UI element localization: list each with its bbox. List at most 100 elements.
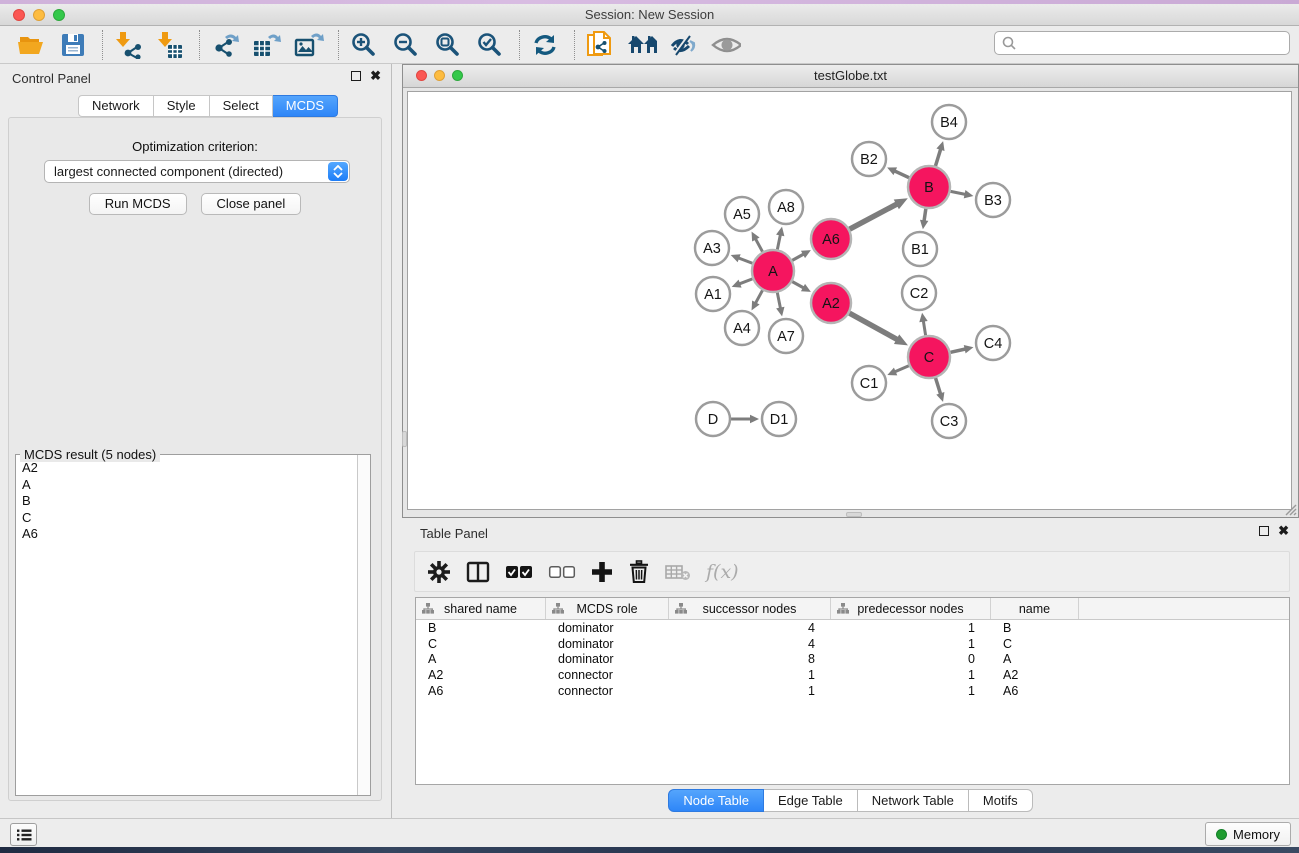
close-table-panel-icon[interactable]: ✖ [1278, 526, 1289, 536]
criterion-dropdown[interactable]: largest connected component (directed) [44, 160, 350, 183]
node-table[interactable]: shared nameMCDS rolesuccessor nodesprede… [415, 597, 1290, 785]
column-header-shared-name[interactable]: shared name [416, 598, 546, 619]
run-mcds-button[interactable]: Run MCDS [89, 193, 187, 215]
memory-button[interactable]: Memory [1205, 822, 1291, 846]
export-image-icon[interactable] [294, 30, 324, 60]
table-settings-icon[interactable] [427, 560, 451, 584]
app-titlebar[interactable]: Session: New Session [0, 4, 1299, 26]
function-builder-icon[interactable]: f(x) [706, 561, 739, 583]
search-input[interactable] [1017, 36, 1267, 51]
export-network-icon[interactable] [210, 30, 240, 60]
result-item[interactable]: A6 [22, 526, 357, 543]
deselect-all-checkboxes-icon[interactable] [548, 565, 576, 579]
graph-edge[interactable] [924, 209, 926, 223]
first-neighbors-icon[interactable] [627, 30, 657, 60]
close-panel-icon[interactable]: ✖ [370, 71, 381, 81]
result-item[interactable]: C [22, 510, 357, 527]
table-tab-node-table[interactable]: Node Table [668, 789, 764, 812]
graph-edge[interactable] [951, 191, 967, 194]
zoom-out-icon[interactable] [391, 30, 421, 60]
result-scrollbar[interactable] [357, 455, 370, 795]
delete-row-icon[interactable] [628, 560, 650, 584]
table-tab-edge-table[interactable]: Edge Table [764, 789, 858, 812]
export-table-icon[interactable] [252, 30, 282, 60]
graph-edge[interactable] [755, 238, 763, 252]
graph-edge[interactable] [849, 313, 898, 340]
graph-edge[interactable] [893, 170, 909, 177]
graph-edge[interactable] [850, 203, 899, 229]
graph-edge[interactable] [936, 378, 941, 395]
result-item[interactable]: A2 [22, 460, 357, 477]
refresh-layout-icon[interactable] [530, 30, 560, 60]
graph-node-label: A1 [704, 287, 722, 303]
table-cell: B [991, 621, 1079, 635]
float-table-panel-icon[interactable] [1259, 526, 1269, 536]
graph-edge[interactable] [777, 233, 780, 249]
tab-style[interactable]: Style [154, 95, 210, 117]
tab-mcds[interactable]: MCDS [273, 95, 338, 117]
graph-edge[interactable] [755, 290, 763, 304]
column-header-name[interactable]: name [991, 598, 1079, 619]
graph-node-label: A [768, 264, 778, 280]
column-header-MCDS-role[interactable]: MCDS role [546, 598, 669, 619]
open-session-icon[interactable] [16, 30, 46, 60]
network-minimize-button[interactable] [434, 70, 445, 81]
canvas-hscroll-stub[interactable] [846, 512, 862, 517]
search-field[interactable] [994, 31, 1290, 55]
zoom-in-icon[interactable] [349, 30, 379, 60]
network-canvas[interactable]: AA1A2A3A4A5A6A7A8BB1B2B3B4CC1C2C3C4DD1 [407, 91, 1292, 510]
criterion-value: largest connected component (directed) [54, 164, 283, 179]
import-table-icon[interactable] [155, 30, 185, 60]
table-row[interactable]: Adominator80A [416, 652, 1289, 668]
table-row[interactable]: Cdominator41C [416, 636, 1289, 652]
table-tab-network-table[interactable]: Network Table [858, 789, 969, 812]
graph-edge[interactable] [738, 279, 752, 284]
network-close-button[interactable] [416, 70, 427, 81]
network-window-titlebar[interactable]: testGlobe.txt [403, 65, 1298, 88]
task-history-button[interactable] [10, 823, 37, 846]
close-panel-button[interactable]: Close panel [201, 193, 302, 215]
new-network-from-selection-icon[interactable] [585, 30, 615, 60]
delete-table-icon[interactable] [665, 563, 691, 581]
column-header-predecessor-nodes[interactable]: predecessor nodes [831, 598, 991, 619]
graph-arrowhead [920, 220, 928, 230]
import-network-icon[interactable] [113, 30, 143, 60]
result-item[interactable]: A [22, 477, 357, 494]
show-graphics-details-icon[interactable] [711, 30, 741, 60]
table-row[interactable]: A6connector11A6 [416, 683, 1289, 699]
graph-node-label: A5 [733, 207, 751, 223]
tab-network[interactable]: Network [78, 95, 154, 117]
network-graph[interactable]: AA1A2A3A4A5A6A7A8BB1B2B3B4CC1C2C3C4DD1 [408, 92, 1293, 511]
graph-edge[interactable] [950, 349, 966, 353]
select-all-checkboxes-icon[interactable] [505, 565, 533, 579]
table-tabs: Node TableEdge TableNetwork TableMotifs [402, 789, 1299, 812]
graph-edge[interactable] [737, 258, 752, 264]
graph-edge[interactable] [792, 253, 804, 260]
add-row-icon[interactable] [591, 561, 613, 583]
mcds-result-list[interactable]: A2ABCA6 [16, 455, 357, 795]
table-tab-motifs[interactable]: Motifs [969, 789, 1033, 812]
zoom-fit-icon[interactable] [433, 30, 463, 60]
save-session-icon[interactable] [58, 30, 88, 60]
graph-edge[interactable] [935, 148, 941, 166]
table-row[interactable]: A2connector11A2 [416, 667, 1289, 683]
tab-select[interactable]: Select [210, 95, 273, 117]
result-item[interactable]: B [22, 493, 357, 510]
close-window-button[interactable] [13, 9, 25, 21]
zoom-selected-icon[interactable] [475, 30, 505, 60]
graph-edge[interactable] [792, 282, 804, 289]
minimize-window-button[interactable] [33, 9, 45, 21]
network-zoom-button[interactable] [452, 70, 463, 81]
show-columns-icon[interactable] [466, 560, 490, 584]
float-panel-icon[interactable] [351, 71, 361, 81]
zoom-window-button[interactable] [53, 9, 65, 21]
graph-node-label: D1 [770, 412, 789, 428]
graph-edge[interactable] [777, 293, 780, 310]
graph-edge[interactable] [894, 366, 909, 373]
hide-graphics-details-icon[interactable] [669, 30, 699, 60]
canvas-vscroll-stub[interactable] [402, 431, 407, 447]
column-header-successor-nodes[interactable]: successor nodes [669, 598, 831, 619]
resize-grip-icon[interactable] [1283, 502, 1297, 516]
graph-edge[interactable] [923, 320, 925, 336]
table-row[interactable]: Bdominator41B [416, 620, 1289, 636]
